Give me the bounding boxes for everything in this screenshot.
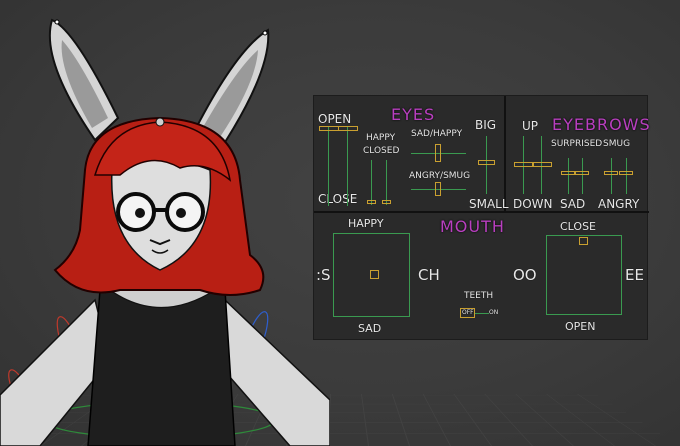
- 3d-viewport[interactable]: EYES OPEN CLOSE HAPPY CLOSED SAD/HAPPY A…: [0, 0, 680, 446]
- mouth-title: MOUTH: [440, 217, 505, 236]
- eyebrows-title: EYEBROWS: [552, 115, 651, 134]
- eyes-happy-right-rail: [386, 160, 387, 205]
- eyebrows-sad-left-rail: [568, 158, 569, 194]
- eyebrows-angry-label: ANGRY: [598, 197, 640, 211]
- mouth-ee-label: EE: [625, 266, 644, 284]
- eyes-happy-right-slider[interactable]: [382, 200, 391, 204]
- panel-divider-horizontal: [314, 211, 649, 213]
- eyebrows-angry-right-rail: [626, 158, 627, 194]
- eyebrows-up-right-slider[interactable]: [532, 162, 552, 167]
- eyes-closed-label: CLOSED: [363, 146, 400, 156]
- eyes-happy-left-rail: [371, 160, 372, 205]
- eyebrows-down-label: DOWN: [513, 197, 553, 211]
- eyes-open-right-slider[interactable]: [338, 126, 358, 131]
- eyebrows-smug-label: SMUG: [603, 139, 631, 149]
- panel-divider-vertical: [504, 96, 506, 211]
- mouth-colon-s-label: :S: [316, 266, 331, 284]
- eyes-happy-label: HAPPY: [366, 133, 396, 143]
- eyebrows-angry-left-slider[interactable]: [604, 171, 618, 175]
- eyes-open-left-rail: [328, 126, 329, 206]
- face-control-panel: EYES OPEN CLOSE HAPPY CLOSED SAD/HAPPY A…: [313, 95, 651, 340]
- eyes-sad-happy-slider[interactable]: [435, 144, 441, 162]
- mouth-open-label: OPEN: [565, 320, 596, 333]
- eyes-angry-smug-label: ANGRY/SMUG: [409, 171, 471, 181]
- eyes-open-right-rail: [347, 126, 348, 206]
- mouth-happy-label: HAPPY: [348, 217, 384, 230]
- eyes-open-label: OPEN: [318, 112, 352, 126]
- eyebrows-sad-right-slider[interactable]: [575, 171, 589, 175]
- eyebrows-up-left-slider[interactable]: [514, 162, 534, 167]
- eyebrows-sad-label: SAD: [560, 197, 586, 211]
- mouth-left-pad-handle[interactable]: [370, 270, 379, 279]
- eyes-sad-happy-label: SAD/HAPPY: [411, 129, 463, 139]
- eyes-close-label: CLOSE: [318, 192, 358, 206]
- mouth-close-label: CLOSE: [560, 220, 597, 233]
- teeth-off-label: OFF: [462, 309, 474, 316]
- mouth-ch-label: CH: [418, 266, 440, 284]
- eyes-size-rail: [486, 136, 487, 194]
- eyes-happy-left-slider[interactable]: [367, 200, 376, 204]
- eyebrows-angry-left-rail: [611, 158, 612, 194]
- eyebrows-surprised-label: SURPRISED: [551, 139, 603, 149]
- mouth-teeth-label: TEETH: [464, 291, 494, 301]
- eyes-title: EYES: [391, 105, 436, 124]
- eyebrows-sad-left-slider[interactable]: [561, 171, 575, 175]
- eyes-big-label: BIG: [475, 118, 497, 132]
- mouth-sad-label: SAD: [358, 322, 382, 335]
- mouth-oo-label: OO: [513, 266, 537, 284]
- mouth-right-pad[interactable]: [546, 235, 622, 315]
- character-model[interactable]: [0, 0, 330, 446]
- eyes-open-left-slider[interactable]: [319, 126, 339, 131]
- mouth-right-pad-handle[interactable]: [579, 237, 588, 245]
- eyebrows-up-label: UP: [522, 119, 539, 133]
- eyebrows-angry-right-slider[interactable]: [619, 171, 633, 175]
- teeth-toggle[interactable]: OFF: [460, 308, 475, 318]
- eyes-size-slider[interactable]: [478, 160, 495, 165]
- eyes-small-label: SMALL: [469, 197, 509, 211]
- eyes-angry-smug-slider[interactable]: [435, 182, 441, 196]
- teeth-on-label: ON: [489, 309, 499, 316]
- eyebrows-sad-right-rail: [582, 158, 583, 194]
